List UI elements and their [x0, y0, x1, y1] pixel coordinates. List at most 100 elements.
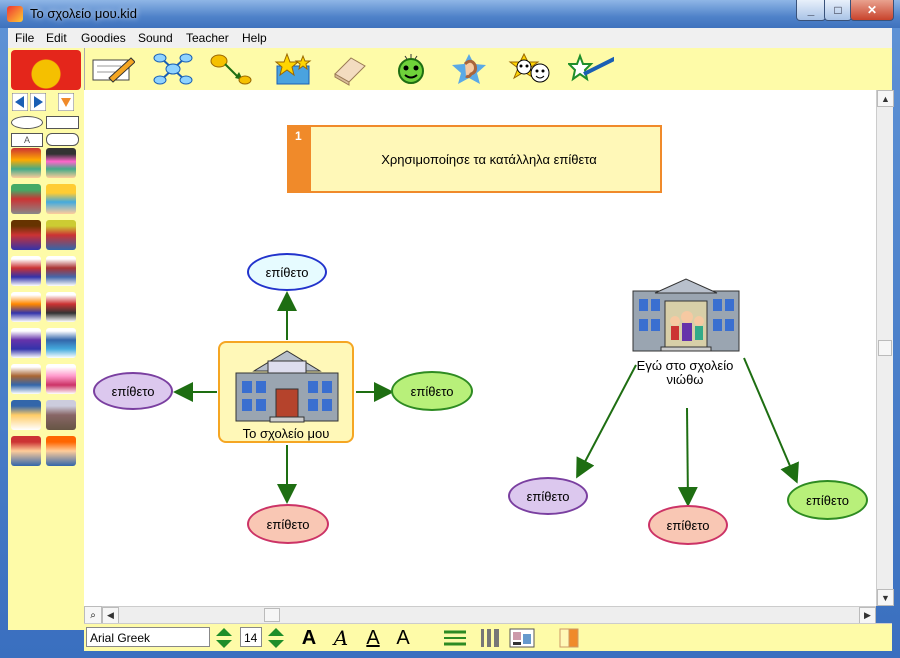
symbol-girl-standing[interactable] — [46, 364, 76, 394]
color-fill-icon[interactable] — [558, 627, 580, 649]
horizontal-scrollbar[interactable]: ◀ ▶ — [84, 606, 876, 624]
menu-teacher[interactable]: Teacher — [186, 31, 229, 45]
ellipse-lower-center[interactable]: επίθετο — [648, 505, 728, 545]
center-symbol-school-kids[interactable]: Εγώ στο σχολείο νιώθω — [625, 275, 745, 393]
horizontal-scroll-thumb[interactable] — [264, 608, 280, 622]
app-icon — [7, 6, 23, 22]
symbol-child-walking[interactable] — [11, 292, 41, 322]
scroll-left-icon[interactable]: ◀ — [102, 607, 119, 624]
title-bar: Το σχολείο μου.kid _ □ ✕ — [0, 0, 900, 28]
bold-button[interactable]: A — [298, 626, 320, 650]
school-building-icon — [235, 350, 339, 423]
minimize-button[interactable]: _ — [796, 0, 826, 21]
symbols-tool-button[interactable] — [270, 51, 316, 87]
text-shape-button[interactable]: A — [11, 133, 43, 147]
symbol-palette: A — [8, 48, 85, 630]
menu-sound[interactable]: Sound — [138, 31, 173, 45]
ellipse-lower-left[interactable]: επίθετο — [508, 477, 588, 515]
symbol-teacher-board[interactable] — [11, 184, 41, 214]
kidspiration-logo[interactable] — [11, 50, 81, 90]
star-box-icon — [274, 52, 312, 85]
close-button[interactable]: ✕ — [850, 0, 894, 21]
center-symbol-school[interactable]: Το σχολείο μου — [218, 341, 354, 443]
symbol-thinking-child[interactable] — [46, 400, 76, 430]
main-toolbar — [84, 48, 892, 91]
font-size-field[interactable]: 14 — [240, 627, 262, 647]
link-to-lower-center[interactable] — [677, 407, 698, 507]
vertical-scrollbar[interactable]: ▲ ▼ — [876, 90, 894, 606]
text-style-button[interactable]: A — [392, 626, 414, 650]
ellipse-left[interactable]: επίθετο — [93, 372, 173, 410]
faces-icon — [508, 52, 550, 83]
rounded-shape-button[interactable] — [46, 133, 79, 146]
menu-edit[interactable]: Edit — [46, 31, 67, 45]
symbol-child-raising-hand[interactable] — [11, 220, 41, 250]
library-menu-arrow-icon[interactable] — [58, 93, 74, 111]
link-to-lower-right[interactable] — [743, 357, 799, 484]
rectangle-shape-button[interactable] — [46, 116, 79, 129]
scroll-down-icon[interactable]: ▼ — [877, 589, 894, 606]
symbol-style-icon[interactable] — [508, 627, 536, 649]
italic-button[interactable]: A — [330, 626, 352, 650]
previous-arrow-icon[interactable] — [12, 93, 28, 111]
paint-tool-button[interactable] — [568, 51, 614, 87]
symbol-sleeping-child[interactable] — [11, 400, 41, 430]
center-label-feelings: Εγώ στο σχολείο νιώθω — [636, 358, 734, 387]
symbol-children-talking[interactable] — [11, 436, 41, 466]
line-style-icon[interactable] — [442, 627, 468, 649]
symbol-boy-waiting[interactable] — [11, 364, 41, 394]
menu-bar: File Edit Goodies Sound Teacher Help — [8, 28, 892, 49]
symbol-child-jumping[interactable] — [11, 328, 41, 358]
note-text: Χρησιμοποίησε τα κατάλληλα επίθετα — [381, 152, 597, 167]
menu-help[interactable]: Help — [242, 31, 267, 45]
symbol-student-desk[interactable] — [46, 436, 76, 466]
instruction-note[interactable]: 1 Χρησιμοποίησε τα κατάλληλα επίθετα — [287, 125, 662, 193]
format-toolbar: Arial Greek 14 A A A A — [84, 623, 892, 651]
ellipse-right[interactable]: επίθετο — [391, 371, 473, 411]
symbol-boy-standing[interactable] — [11, 256, 41, 286]
diagram-canvas[interactable]: 1 Χρησιμοποίησε τα κατάλληλα επίθετα Το … — [84, 90, 876, 606]
eraser-icon — [334, 57, 366, 86]
next-arrow-icon[interactable] — [30, 93, 46, 111]
zoom-magnifier-icon[interactable]: ⌕ — [84, 606, 102, 624]
ellipse-lower-right[interactable]: επίθετο — [787, 480, 868, 520]
pencil-paper-icon — [92, 57, 135, 83]
symbol-child-bicycle[interactable] — [46, 292, 76, 322]
font-name-field[interactable]: Arial Greek — [86, 627, 210, 647]
symbol-student-blond[interactable] — [46, 184, 76, 214]
menu-file[interactable]: File — [15, 31, 34, 45]
ellipse-bottom[interactable]: επίθετο — [247, 504, 329, 544]
school-with-children-icon — [632, 278, 740, 352]
symbol-class-hands-up[interactable] — [46, 220, 76, 250]
font-name-stepper-icon[interactable] — [214, 626, 234, 650]
eraser-tool-button[interactable] — [326, 51, 372, 87]
symbol-children-group[interactable] — [11, 148, 41, 178]
note-number: 1 — [289, 127, 311, 191]
link-arrow-icon — [210, 54, 252, 85]
scroll-right-icon[interactable]: ▶ — [859, 607, 876, 624]
oval-shape-button[interactable] — [11, 116, 43, 129]
font-size-stepper-icon[interactable] — [266, 626, 286, 650]
link-tool-button[interactable] — [208, 51, 254, 87]
symbol-child-cartwheel[interactable] — [46, 328, 76, 358]
symbol-girl-waving[interactable] — [46, 148, 76, 178]
smiley-face-icon — [398, 54, 424, 84]
listen-tool-button[interactable] — [446, 51, 492, 87]
center-label: Το σχολείο μου — [242, 426, 330, 441]
symbol-child-running[interactable] — [46, 256, 76, 286]
diagram-view-button[interactable] — [150, 51, 196, 87]
window-title: Το σχολείο μου.kid — [30, 6, 137, 21]
line-width-icon[interactable] — [478, 627, 500, 649]
menu-goodies[interactable]: Goodies — [81, 31, 126, 45]
ellipse-top[interactable]: επίθετο — [247, 253, 327, 291]
vertical-scroll-thumb[interactable] — [878, 340, 892, 356]
sound-tool-button[interactable] — [388, 51, 434, 87]
underline-button[interactable]: A — [362, 626, 384, 650]
scroll-up-icon[interactable]: ▲ — [877, 90, 894, 107]
faces-tool-button[interactable] — [508, 51, 554, 87]
ear-icon — [452, 54, 486, 84]
paintbrush-star-icon — [568, 53, 614, 82]
note-tool-button[interactable] — [90, 51, 136, 87]
maximize-button[interactable]: □ — [824, 0, 852, 21]
application-window: Το σχολείο μου.kid _ □ ✕ File Edit Goodi… — [0, 0, 900, 658]
